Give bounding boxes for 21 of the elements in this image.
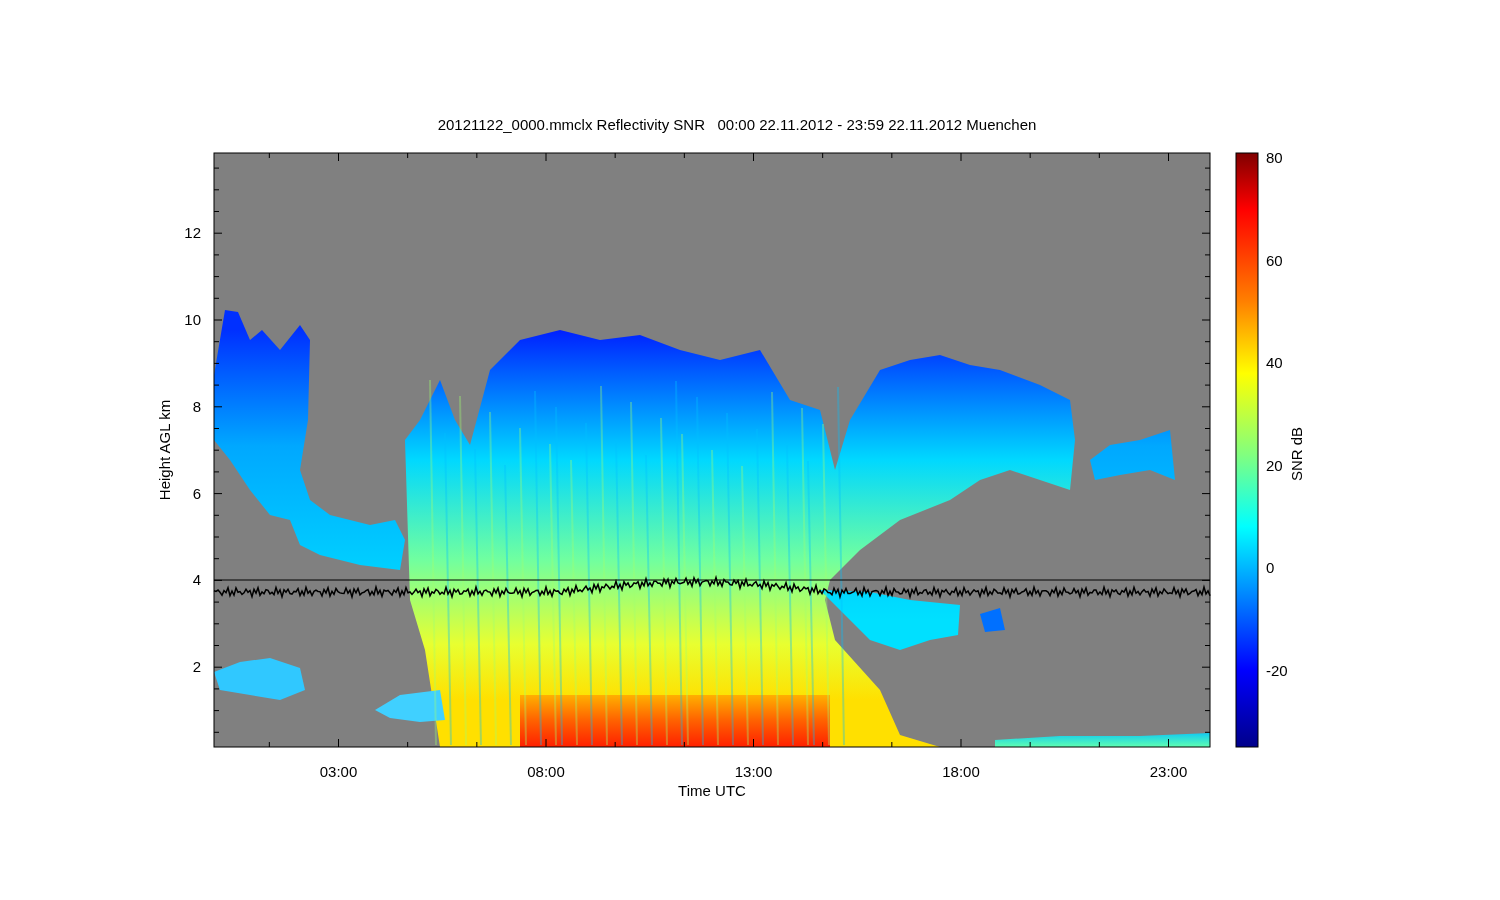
colorbar-tick-label: -20 xyxy=(1266,662,1288,679)
x-tick-label: 08:00 xyxy=(527,763,565,780)
y-tick-label: 4 xyxy=(192,571,201,589)
x-tick-label: 18:00 xyxy=(942,763,980,780)
x-tick-label: 03:00 xyxy=(319,763,358,780)
colorbar-tick-label: 0 xyxy=(1266,559,1275,577)
x-tick-label: 13:00 xyxy=(734,763,773,780)
colorbar-tick-label: 40 xyxy=(1266,354,1283,372)
y-axis-title: Height AGL km xyxy=(156,399,173,501)
colorbar-title: SNR dB xyxy=(1288,426,1305,482)
chart-title: 20121122_0000.mmclx Reflectivity SNR 00:00 22.11.2012 - 23:59 22.11.2012 Muenchen xyxy=(437,116,1037,133)
colorbar-tick-label: 60 xyxy=(1266,251,1283,269)
colorbar-tick-label: 20 xyxy=(1266,456,1283,474)
colorbar-tick-label: 80 xyxy=(1266,149,1283,166)
y-tick-label: 10 xyxy=(184,311,201,328)
y-tick-label: 6 xyxy=(192,484,201,502)
y-tick-label: 8 xyxy=(192,397,201,415)
x-tick-label: 23:00 xyxy=(1149,763,1188,780)
y-tick-label: 2 xyxy=(192,658,201,676)
y-tick-label: 12 xyxy=(184,224,201,242)
x-axis-title: Time UTC xyxy=(678,782,746,799)
